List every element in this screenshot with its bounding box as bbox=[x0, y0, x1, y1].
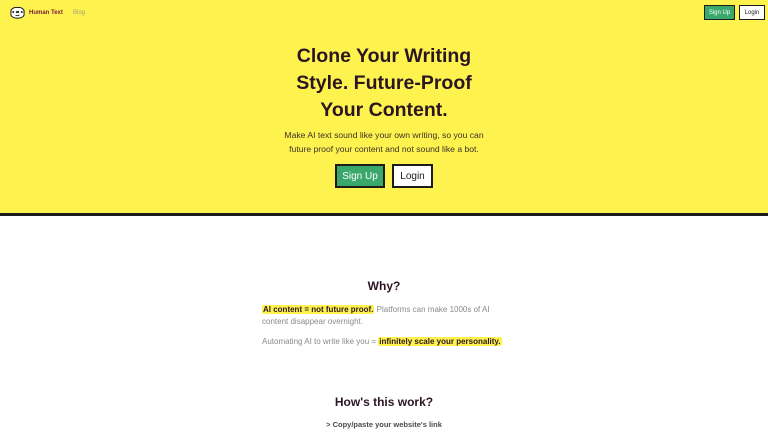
landing-page: Human Text Blog Sign Up Login Clone Your… bbox=[0, 0, 768, 432]
highlight-text: infinitely scale your personality. bbox=[378, 337, 502, 346]
why-paragraph-2: Automating AI to write like you = infini… bbox=[262, 336, 522, 348]
why-paragraph-1: AI content = not future proof. Platforms… bbox=[262, 304, 506, 328]
logo-link[interactable]: Human Text bbox=[9, 6, 63, 19]
how-heading: How's this work? bbox=[334, 395, 434, 409]
nav-link-blog[interactable]: Blog bbox=[73, 10, 85, 16]
why-heading: Why? bbox=[367, 279, 401, 293]
hero-title: Clone Your Writing Style. Future-Proof Y… bbox=[296, 45, 472, 121]
body-text: Automating AI to write like you = bbox=[262, 337, 379, 346]
hero-signup-button[interactable]: Sign Up bbox=[335, 164, 385, 188]
highlight-text: AI content = not future proof. bbox=[262, 305, 375, 314]
top-nav: Human Text Blog Sign Up Login bbox=[0, 0, 768, 26]
hero-login-button[interactable]: Login bbox=[392, 164, 433, 188]
hero-section: Human Text Blog Sign Up Login Clone Your… bbox=[0, 0, 768, 216]
blob-face-icon bbox=[10, 6, 25, 19]
nav-login-button[interactable]: Login bbox=[739, 5, 765, 20]
how-step-1: > Copy/paste your website's link bbox=[326, 420, 442, 429]
logo-text: Human Text bbox=[29, 9, 63, 16]
nav-signup-button[interactable]: Sign Up bbox=[704, 5, 735, 20]
hero-subtitle: Make AI text sound like your own writing… bbox=[284, 130, 484, 154]
